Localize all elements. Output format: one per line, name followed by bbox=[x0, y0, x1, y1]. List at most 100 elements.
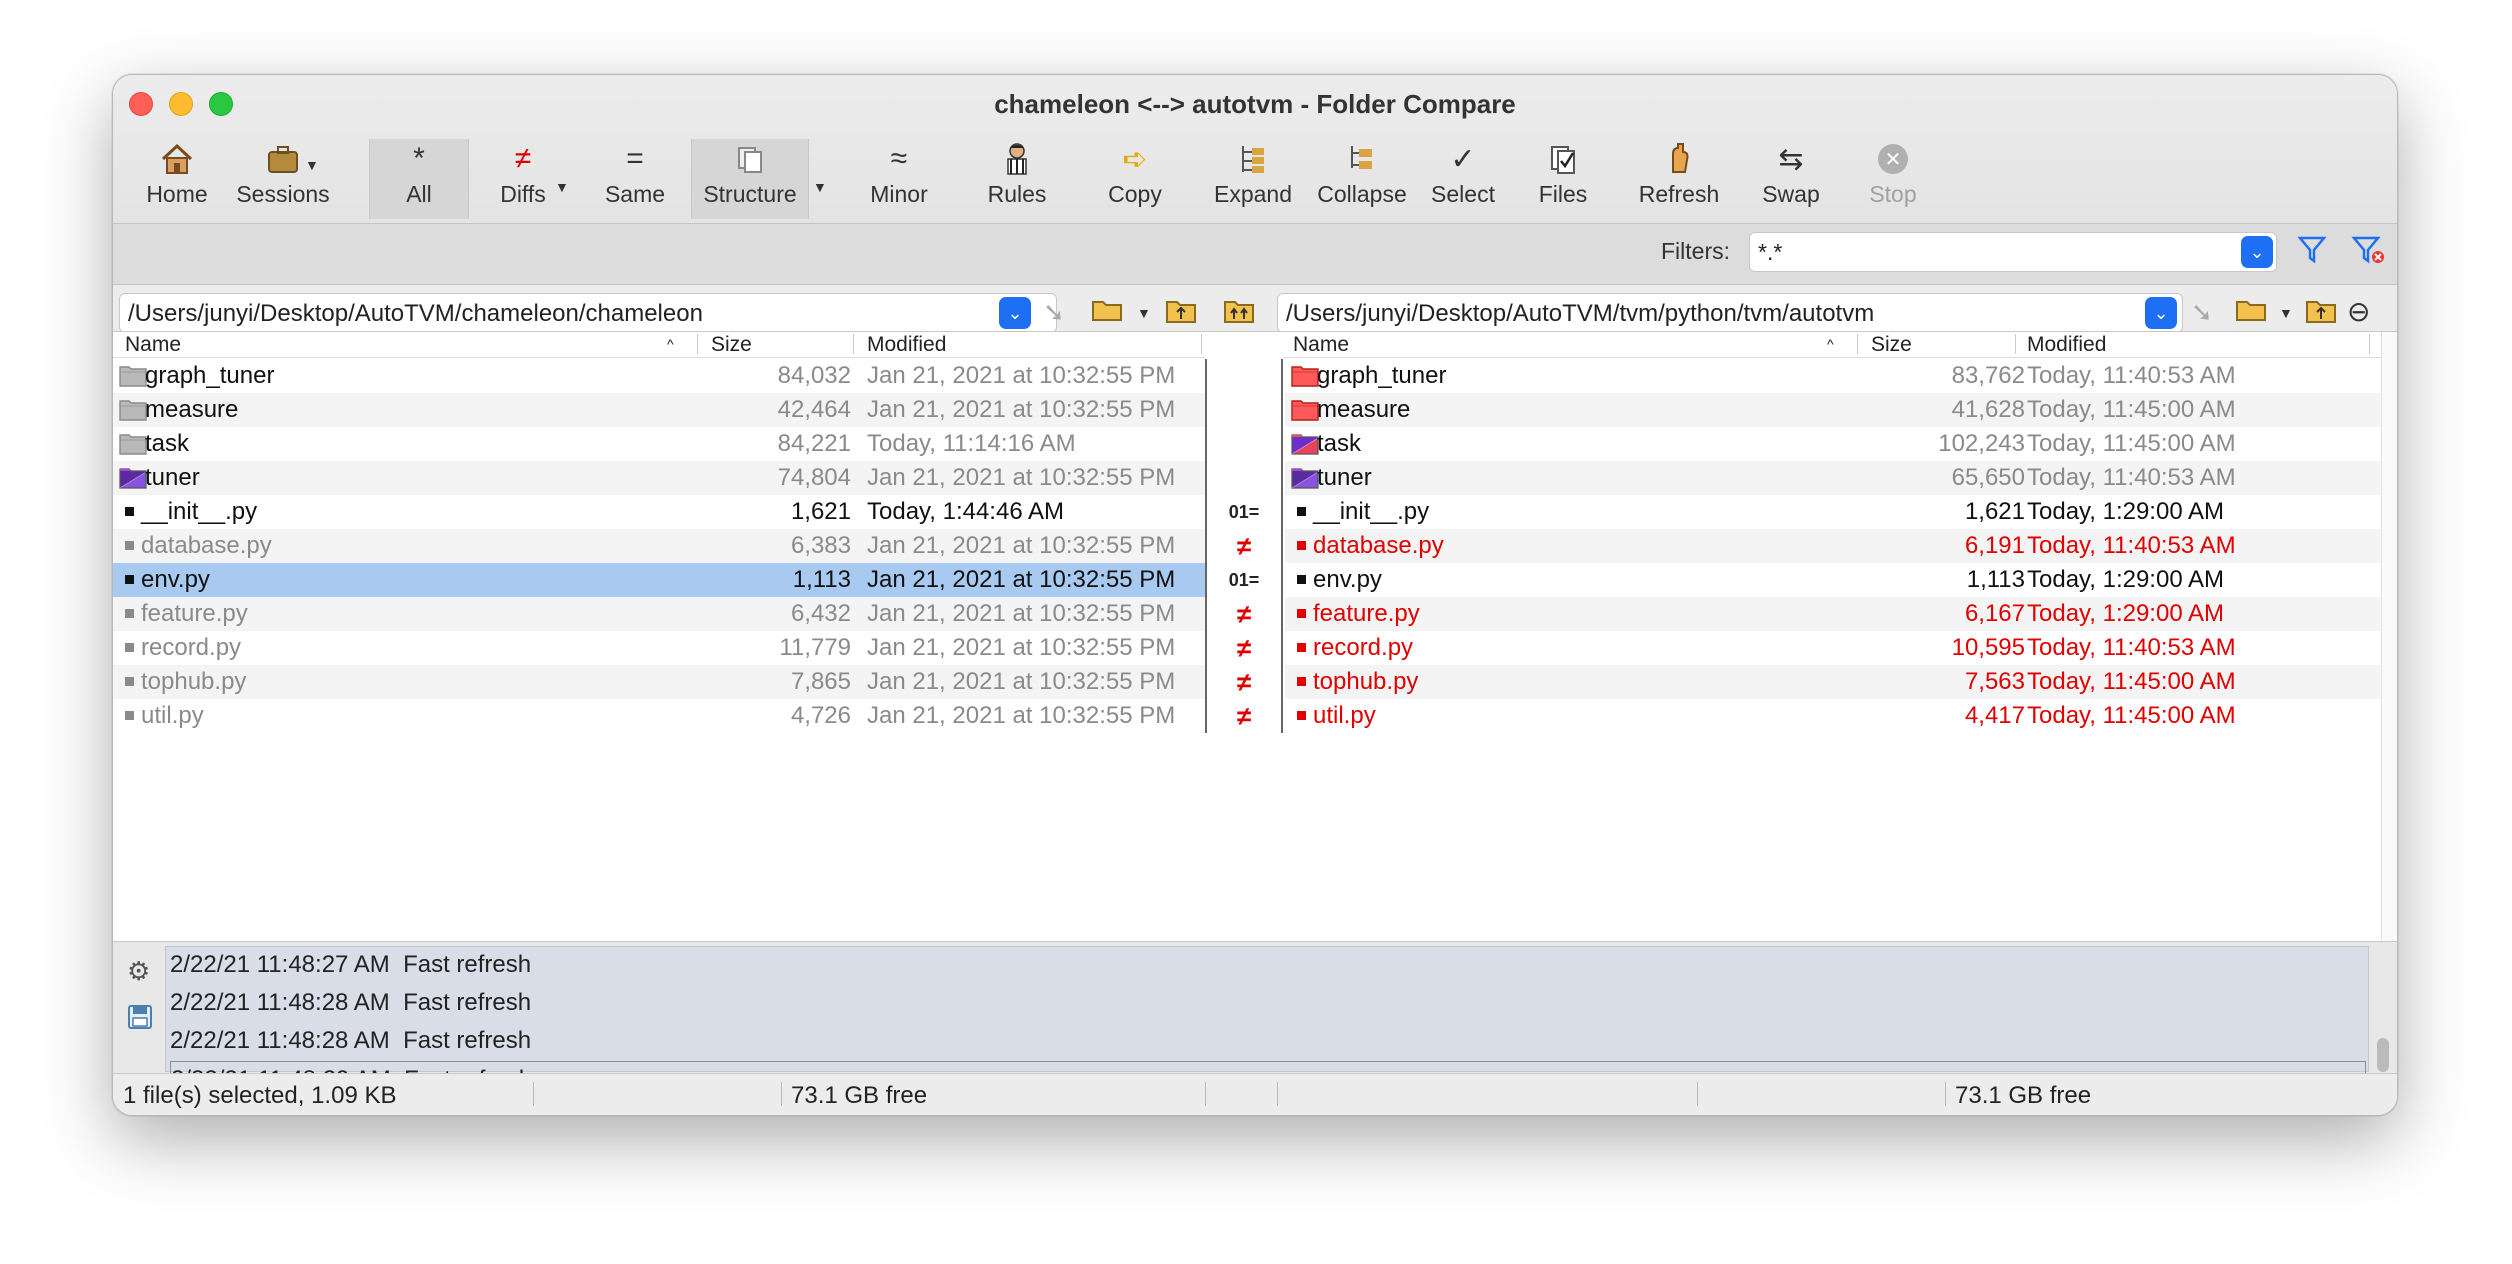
right-file-row[interactable]: tophub.py 7,563 Today, 11:45:00 AM bbox=[1285, 665, 2383, 699]
right-path-input[interactable]: /Users/junyi/Desktop/AutoTVM/tvm/python/… bbox=[1277, 293, 2183, 333]
left-file-modified: Jan 21, 2021 at 10:32:55 PM bbox=[867, 532, 1176, 559]
filter-bar: Filters: *.* ⌄ bbox=[113, 223, 2397, 285]
right-file-row[interactable]: util.py 4,417 Today, 11:45:00 AM bbox=[1285, 699, 2383, 733]
expand-button[interactable]: Expand bbox=[1203, 139, 1303, 219]
right-file-row[interactable]: __init__.py 1,621 Today, 1:29:00 AM bbox=[1285, 495, 2383, 529]
gear-icon[interactable]: ⚙ bbox=[127, 956, 150, 987]
right-file-modified: Today, 11:45:00 AM bbox=[2027, 668, 2236, 695]
left-browse-folder-icon[interactable] bbox=[1091, 297, 1125, 330]
log-scroll-thumb[interactable] bbox=[2377, 1038, 2389, 1072]
back-icon[interactable]: ⊖ bbox=[2347, 295, 2370, 328]
left-file-row[interactable]: record.py 11,779 Jan 21, 2021 at 10:32:55 … bbox=[113, 631, 1205, 665]
minor-button[interactable]: ≈ Minor bbox=[849, 139, 949, 219]
right-file-name: measure bbox=[1317, 396, 1411, 423]
filters-label: Filters: bbox=[1661, 238, 1730, 264]
right-file-row[interactable]: graph_tuner 83,762 Today, 11:40:53 AM bbox=[1285, 359, 2383, 393]
left-file-row[interactable]: tuner 74,804 Jan 21, 2021 at 10:32:55 PM bbox=[113, 461, 1205, 495]
refresh-button[interactable]: Refresh bbox=[1619, 139, 1739, 219]
left-file-row[interactable]: task 84,221 Today, 11:14:16 AM bbox=[113, 427, 1205, 461]
not-equal-icon: ≠ bbox=[1236, 701, 1252, 731]
collapse-button[interactable]: Collapse bbox=[1307, 139, 1417, 219]
select-button[interactable]: ✓ Select bbox=[1413, 139, 1513, 219]
left-size-column-header[interactable]: Size bbox=[711, 333, 752, 357]
left-file-row[interactable]: env.py 1,113 Jan 21, 2021 at 10:32:55 PM bbox=[113, 563, 1205, 597]
filters-input[interactable]: *.* bbox=[1749, 232, 2277, 272]
rules-button[interactable]: Rules bbox=[967, 139, 1067, 219]
left-name-column-header[interactable]: Name bbox=[125, 333, 181, 357]
structure-dropdown-icon[interactable]: ▼ bbox=[813, 179, 827, 195]
right-file-modified: Today, 11:45:00 AM bbox=[2027, 702, 2236, 729]
not-equal-icon: ≠ bbox=[514, 142, 532, 175]
filter-icon[interactable] bbox=[2297, 234, 2327, 271]
panes-scrollbar[interactable] bbox=[2381, 332, 2397, 941]
home-button[interactable]: Home bbox=[137, 139, 217, 219]
left-file-row[interactable]: tophub.py 7,865 Jan 21, 2021 at 10:32:55 P… bbox=[113, 665, 1205, 699]
both-parent-folder-icon[interactable] bbox=[1223, 297, 1257, 332]
left-modified-column-header[interactable]: Modified bbox=[867, 333, 946, 357]
left-go-icon[interactable]: ➘ bbox=[1043, 297, 1065, 328]
left-file-size: 84,221 bbox=[777, 430, 851, 457]
folder-compare-window: chameleon <--> autotvm - Folder Compare … bbox=[112, 74, 2398, 1116]
not-equal-icon: ≠ bbox=[1236, 599, 1252, 629]
clear-filter-icon[interactable] bbox=[2351, 234, 2385, 271]
right-file-name: tuner bbox=[1317, 464, 1372, 491]
left-file-size: 1,621 bbox=[790, 498, 851, 525]
log-entry[interactable]: 2/22/21 11:48:28 AM Fast refresh bbox=[170, 985, 531, 1021]
sessions-button[interactable]: Sessions bbox=[229, 139, 337, 219]
right-file-name: __init__.py bbox=[1313, 498, 1430, 525]
left-file-modified: Jan 21, 2021 at 10:32:55 PM bbox=[867, 600, 1176, 627]
copy-button[interactable]: ➪ Copy bbox=[1085, 139, 1185, 219]
left-browse-dropdown-icon[interactable]: ▼ bbox=[1137, 305, 1151, 321]
right-file-row[interactable]: task 102,243 Today, 11:45:00 AM bbox=[1285, 427, 2383, 461]
stop-button[interactable]: ✕ Stop bbox=[1843, 139, 1943, 219]
right-file-name: record.py bbox=[1313, 634, 1414, 661]
left-file-modified: Jan 21, 2021 at 10:32:55 PM bbox=[867, 668, 1176, 695]
right-file-row[interactable]: feature.py 6,167 Today, 1:29:00 AM bbox=[1285, 597, 2383, 631]
all-filter-button[interactable]: * All bbox=[369, 139, 469, 219]
right-file-row[interactable]: measure 41,628 Today, 11:45:00 AM bbox=[1285, 393, 2383, 427]
structure-button[interactable]: Structure bbox=[691, 139, 809, 219]
left-file-row[interactable]: graph_tuner 84,032 Jan 21, 2021 at 10:32:5… bbox=[113, 359, 1205, 393]
left-path-input[interactable]: /Users/junyi/Desktop/AutoTVM/chameleon/c… bbox=[119, 293, 1057, 333]
log-entry[interactable]: 2/22/21 11:48:27 AM Fast refresh bbox=[170, 947, 531, 983]
sessions-dropdown-icon[interactable]: ▼ bbox=[305, 157, 319, 173]
right-file-size: 4,417 bbox=[1964, 702, 2025, 729]
right-parent-folder-icon[interactable] bbox=[2305, 297, 2339, 332]
right-path-dropdown-button[interactable]: ⌄ bbox=[2145, 297, 2177, 329]
right-modified-column-header[interactable]: Modified bbox=[2027, 333, 2106, 357]
right-file-size: 83,762 bbox=[1951, 362, 2025, 389]
log-entry[interactable]: 2/22/21 11:48:28 AM Fast refresh bbox=[170, 1023, 531, 1059]
right-size-column-header[interactable]: Size bbox=[1871, 333, 1912, 357]
files-button[interactable]: Files bbox=[1513, 139, 1613, 219]
right-browse-folder-icon[interactable] bbox=[2235, 297, 2269, 330]
swap-button[interactable]: ⇆ Swap bbox=[1741, 139, 1841, 219]
same-filter-button[interactable]: = Same bbox=[585, 139, 685, 219]
left-path-dropdown-button[interactable]: ⌄ bbox=[999, 297, 1031, 329]
right-file-size: 102,243 bbox=[1938, 430, 2025, 457]
binary-equal-icon: 01= bbox=[1228, 502, 1260, 522]
left-parent-folder-icon[interactable] bbox=[1165, 297, 1199, 332]
right-column-header: Name ^ Size Modified bbox=[1283, 332, 2383, 358]
right-file-name: tophub.py bbox=[1313, 668, 1419, 695]
right-file-row[interactable]: tuner 65,650 Today, 11:40:53 AM bbox=[1285, 461, 2383, 495]
left-file-row[interactable]: util.py 4,726 Jan 21, 2021 at 10:32:55 PM bbox=[113, 699, 1205, 733]
right-file-row[interactable]: record.py 10,595 Today, 11:40:53 AM bbox=[1285, 631, 2383, 665]
right-file-row[interactable]: database.py 6,191 Today, 11:40:53 AM bbox=[1285, 529, 2383, 563]
left-file-row[interactable]: database.py 6,383 Jan 21, 2021 at 10:32:55… bbox=[113, 529, 1205, 563]
not-equal-icon: ≠ bbox=[1236, 531, 1252, 561]
left-file-modified: Today, 1:44:46 AM bbox=[867, 498, 1065, 525]
right-browse-dropdown-icon[interactable]: ▼ bbox=[2279, 305, 2293, 321]
right-file-row[interactable]: env.py 1,113 Today, 1:29:00 AM bbox=[1285, 563, 2383, 597]
left-file-row[interactable]: __init__.py 1,621 Today, 1:44:46 AM bbox=[113, 495, 1205, 529]
right-file-size: 65,650 bbox=[1951, 464, 2025, 491]
right-go-icon[interactable]: ➘ bbox=[2191, 297, 2213, 328]
right-file-size: 10,595 bbox=[1951, 634, 2025, 661]
left-file-row[interactable]: measure 42,464 Jan 21, 2021 at 10:32:55 PM bbox=[113, 393, 1205, 427]
log-list[interactable]: 2/22/21 11:48:27 AM Fast refresh 2/22/21 … bbox=[165, 946, 2369, 1097]
right-name-column-header[interactable]: Name bbox=[1293, 333, 1349, 357]
filters-dropdown-button[interactable]: ⌄ bbox=[2241, 236, 2273, 268]
save-icon[interactable] bbox=[127, 1004, 153, 1037]
diffs-dropdown-icon[interactable]: ▼ bbox=[555, 179, 569, 195]
left-file-row[interactable]: feature.py 6,432 Jan 21, 2021 at 10:32:55 … bbox=[113, 597, 1205, 631]
log-time: 2/22/21 11:48:27 AM bbox=[170, 951, 390, 978]
